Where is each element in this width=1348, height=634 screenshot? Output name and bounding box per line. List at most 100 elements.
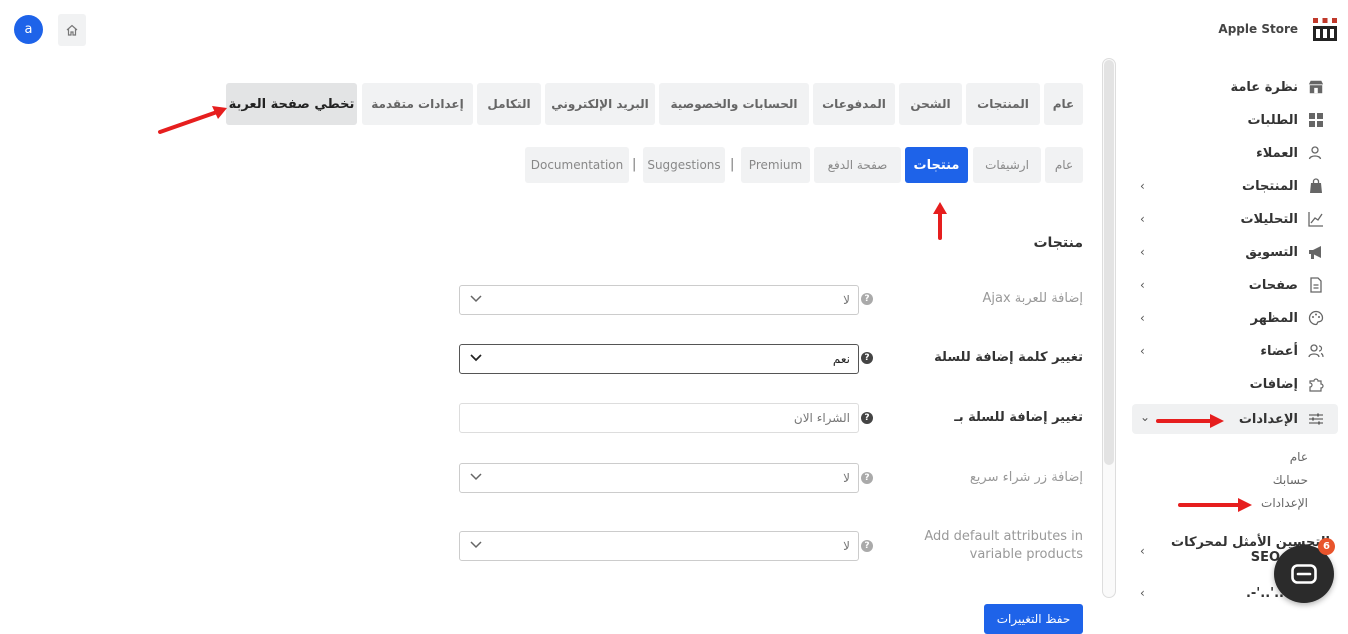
sidebar-item-pages[interactable]: ‹ صفحات <box>1132 270 1338 300</box>
tab-integration[interactable]: التكامل <box>477 83 541 125</box>
chevron-down-icon <box>470 540 482 552</box>
help-icon[interactable]: ? <box>861 412 873 424</box>
quick-buy-label: إضافة زر شراء سريع <box>969 470 1083 485</box>
annotation-arrow <box>158 106 227 134</box>
quick-buy-select[interactable]: لا <box>459 463 859 493</box>
sidebar-item-customers[interactable]: العملاء <box>1132 138 1338 168</box>
help-icon[interactable]: ? <box>861 540 873 552</box>
sidebar-item-analytics[interactable]: ‹ التحليلات <box>1132 204 1338 234</box>
store-name: Apple Store <box>1218 22 1298 36</box>
chevron-left-icon: ‹ <box>1140 586 1145 600</box>
rename-to-input[interactable]: الشراء الان <box>459 403 859 433</box>
sidebar-item-appearance[interactable]: ‹ المظهر <box>1132 303 1338 333</box>
subtab-suggestions[interactable]: Suggestions <box>643 147 725 183</box>
sidebar-item-label: الإعدادات <box>1238 411 1298 427</box>
sidebar: نظرة عامة الطلبات العملاء ‹ المنتجات ‹ ا… <box>1118 60 1348 625</box>
chat-notification-badge: 6 <box>1318 538 1335 555</box>
sliders-icon <box>1308 411 1324 427</box>
chevron-left-icon: ‹ <box>1140 544 1145 558</box>
sidebar-item-overview[interactable]: نظرة عامة <box>1132 72 1338 102</box>
subtab-checkout[interactable]: صفحة الدفع <box>814 147 901 183</box>
members-icon <box>1308 343 1324 359</box>
subtab-general[interactable]: عام <box>1045 147 1083 183</box>
sidebar-item-label: المظهر <box>1250 310 1298 326</box>
chat-icon <box>1291 564 1317 584</box>
user-avatar[interactable]: a <box>14 15 43 44</box>
sidebar-item-members[interactable]: ‹ أعضاء <box>1132 336 1338 366</box>
tab-shipping[interactable]: الشحن <box>899 83 962 125</box>
sidebar-item-marketing[interactable]: ‹ التسويق <box>1132 237 1338 267</box>
sidebar-item-label: إضافات <box>1249 376 1298 392</box>
chevron-left-icon: ‹ <box>1140 311 1145 325</box>
tab-products[interactable]: المنتجات <box>966 83 1040 125</box>
save-changes-button[interactable]: حفظ التغييرات <box>984 604 1083 634</box>
palette-icon <box>1308 310 1324 326</box>
default-attributes-select[interactable]: لا <box>459 531 859 561</box>
sidebar-item-products[interactable]: ‹ المنتجات <box>1132 171 1338 201</box>
home-button[interactable] <box>58 14 86 46</box>
chevron-left-icon: ‹ <box>1140 245 1145 259</box>
tab-advanced[interactable]: إعدادات متقدمة <box>362 83 473 125</box>
chevron-down-icon <box>470 353 482 365</box>
sidebar-subitem-account[interactable]: حسابك <box>1273 473 1308 487</box>
sidebar-item-orders[interactable]: الطلبات <box>1132 105 1338 135</box>
chevron-left-icon: ‹ <box>1140 344 1145 358</box>
annotation-arrow <box>933 202 947 240</box>
chevron-left-icon: ‹ <box>1140 212 1145 226</box>
subtab-documentation[interactable]: Documentation <box>525 147 629 183</box>
select-value: نعم <box>832 352 850 366</box>
subtab-products[interactable]: منتجات <box>905 147 968 183</box>
rename-to-label: تغيير إضافة للسلة بـ <box>954 410 1083 425</box>
sidebar-item-addons[interactable]: إضافات <box>1132 369 1338 399</box>
storefront-icon <box>1308 79 1324 95</box>
sidebar-item-label: التحليلات <box>1240 211 1298 227</box>
chart-icon <box>1308 211 1324 227</box>
sidebar-subitem-general[interactable]: عام <box>1290 450 1308 464</box>
help-icon[interactable]: ? <box>861 352 873 364</box>
sidebar-item-label: العملاء <box>1256 145 1298 161</box>
select-value: لا <box>843 293 850 307</box>
sidebar-item-label: صفحات <box>1248 277 1298 293</box>
home-icon <box>66 24 78 36</box>
tab-accounts-privacy[interactable]: الحسابات والخصوصية <box>659 83 809 125</box>
sidebar-item-label: التسويق <box>1245 244 1298 260</box>
help-icon[interactable]: ? <box>861 472 873 484</box>
default-attributes-label-line2: variable products <box>969 547 1083 562</box>
subtab-separator: | <box>632 157 637 172</box>
sidebar-item-label: المنتجات <box>1242 178 1298 194</box>
sidebar-item-label: أعضاء <box>1260 343 1298 359</box>
ajax-add-to-cart-select[interactable]: لا <box>459 285 859 315</box>
rename-add-to-cart-label: تغيير كلمة إضافة للسلة <box>934 350 1083 365</box>
chevron-left-icon: ‹ <box>1140 179 1145 193</box>
input-placeholder: الشراء الان <box>793 411 850 425</box>
sidebar-item-label: نظرة عامة <box>1230 79 1298 95</box>
tab-email[interactable]: البريد الإلكتروني <box>545 83 655 125</box>
tab-general[interactable]: عام <box>1044 83 1083 125</box>
sidebar-subitem-settings[interactable]: الإعدادات <box>1261 496 1308 510</box>
ajax-add-to-cart-label: إضافة للعربة Ajax <box>982 291 1083 306</box>
chevron-down-icon <box>470 294 482 306</box>
default-attributes-label: Add default attributes in variable produ… <box>883 528 1083 564</box>
grid-icon <box>1308 112 1324 128</box>
subtab-archives[interactable]: ارشيفات <box>973 147 1041 183</box>
chevron-down-icon <box>470 472 482 484</box>
subtab-premium[interactable]: Premium <box>741 147 810 183</box>
megaphone-icon <box>1308 244 1324 260</box>
bag-icon <box>1308 178 1324 194</box>
chevron-down-icon: ⌄ <box>1140 410 1151 424</box>
help-icon[interactable]: ? <box>861 293 873 305</box>
section-title: منتجات <box>1033 235 1083 251</box>
user-icon <box>1308 145 1324 161</box>
annotation-arrow <box>1178 498 1252 512</box>
rename-add-to-cart-select[interactable]: نعم <box>459 344 859 374</box>
select-value: لا <box>843 471 850 485</box>
puzzle-icon <box>1308 376 1324 392</box>
annotation-arrow <box>1156 414 1224 428</box>
chevron-left-icon: ‹ <box>1140 278 1145 292</box>
tab-skip-cart[interactable]: تخطي صفحة العربة <box>226 83 357 125</box>
tab-payments[interactable]: المدفوعات <box>813 83 895 125</box>
subtab-separator: | <box>730 157 735 172</box>
page-icon <box>1308 277 1324 293</box>
scrollbar-thumb[interactable] <box>1104 60 1114 465</box>
sidebar-item-label: الطلبات <box>1247 112 1298 128</box>
